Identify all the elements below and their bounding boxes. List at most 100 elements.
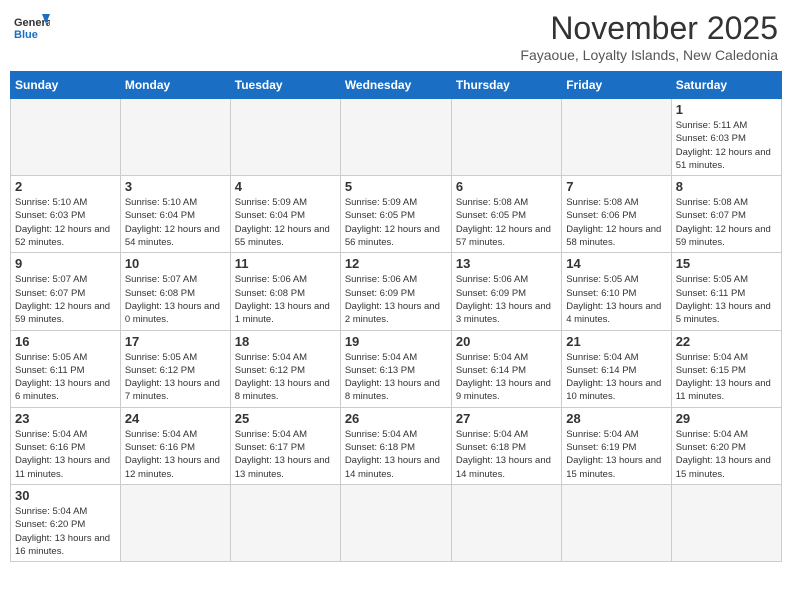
day-number: 23 xyxy=(15,411,116,426)
calendar-week-row: 1 Sunrise: 5:11 AM Sunset: 6:03 PM Daylig… xyxy=(11,99,782,176)
day-info: Sunrise: 5:04 AM Sunset: 6:17 PM Dayligh… xyxy=(235,428,336,481)
day-number: 30 xyxy=(15,488,116,503)
calendar-cell: 23Sunrise: 5:04 AM Sunset: 6:16 PM Dayli… xyxy=(11,407,121,484)
day-info: Sunrise: 5:10 AM Sunset: 6:03 PM Dayligh… xyxy=(15,196,116,249)
calendar-cell xyxy=(230,484,340,561)
day-number: 19 xyxy=(345,334,447,349)
calendar-cell xyxy=(340,484,451,561)
weekday-header-saturday: Saturday xyxy=(671,72,781,99)
weekday-header-tuesday: Tuesday xyxy=(230,72,340,99)
day-info: Sunrise: 5:04 AM Sunset: 6:12 PM Dayligh… xyxy=(235,351,336,404)
calendar-cell: 26Sunrise: 5:04 AM Sunset: 6:18 PM Dayli… xyxy=(340,407,451,484)
day-info: Sunrise: 5:08 AM Sunset: 6:06 PM Dayligh… xyxy=(566,196,666,249)
day-number: 8 xyxy=(676,179,777,194)
day-number: 28 xyxy=(566,411,666,426)
calendar-cell: 15 Sunrise: 5:05 AM Sunset: 6:11 PM Dayli… xyxy=(671,253,781,330)
calendar-cell xyxy=(671,484,781,561)
day-number: 6 xyxy=(456,179,557,194)
logo: General Blue xyxy=(14,10,50,46)
day-number: 1 xyxy=(676,102,777,117)
day-info: Sunrise: 5:09 AM Sunset: 6:04 PM Dayligh… xyxy=(235,196,336,249)
calendar-cell: 21 Sunrise: 5:04 AM Sunset: 6:14 PM Dayli… xyxy=(562,330,671,407)
calendar-cell: 7 Sunrise: 5:08 AM Sunset: 6:06 PM Daylig… xyxy=(562,176,671,253)
subtitle: Fayaoue, Loyalty Islands, New Caledonia xyxy=(520,47,778,63)
day-number: 20 xyxy=(456,334,557,349)
calendar-cell: 25Sunrise: 5:04 AM Sunset: 6:17 PM Dayli… xyxy=(230,407,340,484)
day-number: 27 xyxy=(456,411,557,426)
calendar-cell xyxy=(120,484,230,561)
weekday-header-friday: Friday xyxy=(562,72,671,99)
calendar-week-row: 16Sunrise: 5:05 AM Sunset: 6:11 PM Dayli… xyxy=(11,330,782,407)
day-number: 3 xyxy=(125,179,226,194)
calendar-cell xyxy=(562,99,671,176)
day-number: 13 xyxy=(456,256,557,271)
day-number: 15 xyxy=(676,256,777,271)
day-number: 7 xyxy=(566,179,666,194)
day-number: 29 xyxy=(676,411,777,426)
day-info: Sunrise: 5:05 AM Sunset: 6:12 PM Dayligh… xyxy=(125,351,226,404)
calendar-cell: 9 Sunrise: 5:07 AM Sunset: 6:07 PM Daylig… xyxy=(11,253,121,330)
day-number: 2 xyxy=(15,179,116,194)
weekday-header-thursday: Thursday xyxy=(451,72,561,99)
calendar-cell: 20 Sunrise: 5:04 AM Sunset: 6:14 PM Dayli… xyxy=(451,330,561,407)
day-info: Sunrise: 5:04 AM Sunset: 6:14 PM Dayligh… xyxy=(566,351,666,404)
calendar-cell: 30 Sunrise: 5:04 AM Sunset: 6:20 PM Dayli… xyxy=(11,484,121,561)
day-info: Sunrise: 5:04 AM Sunset: 6:13 PM Dayligh… xyxy=(345,351,447,404)
day-info: Sunrise: 5:04 AM Sunset: 6:20 PM Dayligh… xyxy=(15,505,116,558)
day-info: Sunrise: 5:07 AM Sunset: 6:08 PM Dayligh… xyxy=(125,273,226,326)
day-number: 21 xyxy=(566,334,666,349)
day-number: 11 xyxy=(235,256,336,271)
day-number: 10 xyxy=(125,256,226,271)
calendar-week-row: 23 Sunrise: 5:04 AM Sunset: 6:16 PM Dayli… xyxy=(11,407,782,484)
calendar-cell xyxy=(120,99,230,176)
day-info: Sunrise: 5:05 AM Sunset: 6:10 PM Dayligh… xyxy=(566,273,666,326)
day-number: 14 xyxy=(566,256,666,271)
day-info: Sunrise: 5:05 AM Sunset: 6:11 PM Dayligh… xyxy=(15,351,116,404)
day-info: Sunrise: 5:11 AM Sunset: 6:03 PM Dayligh… xyxy=(676,119,777,172)
weekday-header-sunday: Sunday xyxy=(11,72,121,99)
day-number: 4 xyxy=(235,179,336,194)
calendar-cell xyxy=(11,99,121,176)
calendar-cell: 19 Sunrise: 5:04 AM Sunset: 6:13 PM Dayli… xyxy=(340,330,451,407)
calendar-cell: 17Sunrise: 5:05 AM Sunset: 6:12 PM Dayli… xyxy=(120,330,230,407)
svg-text:Blue: Blue xyxy=(14,29,38,41)
day-number: 22 xyxy=(676,334,777,349)
calendar-cell: 11 Sunrise: 5:06 AM Sunset: 6:08 PM Dayli… xyxy=(230,253,340,330)
weekday-header-row: SundayMondayTuesdayWednesdayThursdayFrid… xyxy=(11,72,782,99)
calendar-cell: 5Sunrise: 5:09 AM Sunset: 6:05 PM Daylig… xyxy=(340,176,451,253)
day-info: Sunrise: 5:04 AM Sunset: 6:14 PM Dayligh… xyxy=(456,351,557,404)
calendar-week-row: 9 Sunrise: 5:07 AM Sunset: 6:07 PM Daylig… xyxy=(11,253,782,330)
day-number: 9 xyxy=(15,256,116,271)
day-info: Sunrise: 5:06 AM Sunset: 6:09 PM Dayligh… xyxy=(456,273,557,326)
day-number: 12 xyxy=(345,256,447,271)
day-info: Sunrise: 5:04 AM Sunset: 6:20 PM Dayligh… xyxy=(676,428,777,481)
calendar-cell: 14 Sunrise: 5:05 AM Sunset: 6:10 PM Dayli… xyxy=(562,253,671,330)
day-info: Sunrise: 5:06 AM Sunset: 6:09 PM Dayligh… xyxy=(345,273,447,326)
calendar-cell: 3 Sunrise: 5:10 AM Sunset: 6:04 PM Daylig… xyxy=(120,176,230,253)
calendar-cell xyxy=(230,99,340,176)
day-info: Sunrise: 5:05 AM Sunset: 6:11 PM Dayligh… xyxy=(676,273,777,326)
day-info: Sunrise: 5:04 AM Sunset: 6:18 PM Dayligh… xyxy=(345,428,447,481)
calendar-week-row: 30 Sunrise: 5:04 AM Sunset: 6:20 PM Dayli… xyxy=(11,484,782,561)
day-info: Sunrise: 5:04 AM Sunset: 6:16 PM Dayligh… xyxy=(125,428,226,481)
day-info: Sunrise: 5:07 AM Sunset: 6:07 PM Dayligh… xyxy=(15,273,116,326)
calendar-cell: 22 Sunrise: 5:04 AM Sunset: 6:15 PM Dayli… xyxy=(671,330,781,407)
calendar-cell: 24Sunrise: 5:04 AM Sunset: 6:16 PM Dayli… xyxy=(120,407,230,484)
day-info: Sunrise: 5:04 AM Sunset: 6:15 PM Dayligh… xyxy=(676,351,777,404)
calendar-cell xyxy=(340,99,451,176)
calendar-cell xyxy=(451,484,561,561)
calendar-cell: 28 Sunrise: 5:04 AM Sunset: 6:19 PM Dayli… xyxy=(562,407,671,484)
day-info: Sunrise: 5:06 AM Sunset: 6:08 PM Dayligh… xyxy=(235,273,336,326)
day-number: 18 xyxy=(235,334,336,349)
calendar-week-row: 2 Sunrise: 5:10 AM Sunset: 6:03 PM Daylig… xyxy=(11,176,782,253)
day-info: Sunrise: 5:10 AM Sunset: 6:04 PM Dayligh… xyxy=(125,196,226,249)
day-info: Sunrise: 5:04 AM Sunset: 6:19 PM Dayligh… xyxy=(566,428,666,481)
calendar-cell: 8Sunrise: 5:08 AM Sunset: 6:07 PM Daylig… xyxy=(671,176,781,253)
calendar-cell: 29 Sunrise: 5:04 AM Sunset: 6:20 PM Dayli… xyxy=(671,407,781,484)
weekday-header-monday: Monday xyxy=(120,72,230,99)
calendar-cell: 10 Sunrise: 5:07 AM Sunset: 6:08 PM Dayli… xyxy=(120,253,230,330)
general-blue-logo-icon: General Blue xyxy=(14,10,50,46)
calendar-cell: 18 Sunrise: 5:04 AM Sunset: 6:12 PM Dayli… xyxy=(230,330,340,407)
month-title: November 2025 xyxy=(520,10,778,47)
page-header: General Blue November 2025 Fayaoue, Loya… xyxy=(10,10,782,63)
